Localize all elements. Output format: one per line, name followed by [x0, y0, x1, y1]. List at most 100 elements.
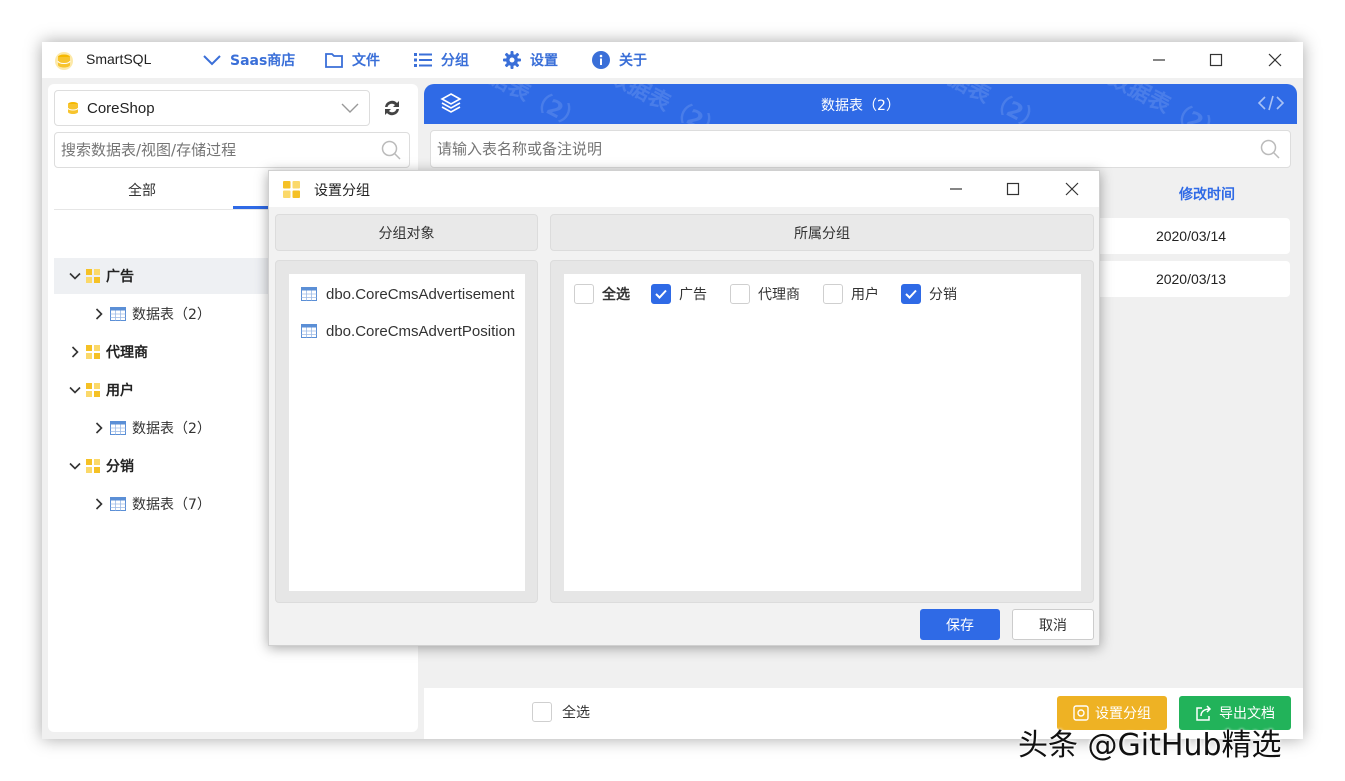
- dialog-title-bar: 设置分组: [269, 171, 1099, 207]
- menu-settings[interactable]: 设置: [502, 49, 558, 71]
- group-option-ad[interactable]: 广告: [651, 284, 707, 304]
- group-icon: [86, 345, 100, 359]
- menu-saas-store[interactable]: Saas商店: [202, 49, 295, 71]
- search-icon: [1260, 139, 1280, 159]
- group-option-select-all[interactable]: 全选: [574, 284, 630, 304]
- save-button[interactable]: 保存: [920, 609, 1000, 640]
- tree-tables-label: 数据表（2）: [132, 307, 211, 323]
- tree-group-label: 分销: [106, 459, 134, 475]
- refresh-button[interactable]: [378, 94, 406, 122]
- tree-tables-distribution[interactable]: 数据表（7）: [54, 486, 284, 522]
- tree-tables-label: 数据表（7）: [132, 497, 211, 513]
- maximize-icon: [1006, 182, 1020, 196]
- checkbox[interactable]: [651, 284, 671, 304]
- checkbox[interactable]: [823, 284, 843, 304]
- tab-all[interactable]: 全部: [128, 180, 156, 206]
- group-option-label: 广告: [679, 287, 707, 303]
- select-all-checkbox[interactable]: [532, 702, 552, 722]
- chevron-right-icon[interactable]: [92, 421, 106, 435]
- checkbox[interactable]: [730, 284, 750, 304]
- chevron-down-icon: [341, 103, 359, 113]
- refresh-icon: [385, 100, 399, 116]
- table-icon: [110, 307, 126, 321]
- tree-group-agent[interactable]: 代理商: [54, 334, 284, 370]
- minimize-button[interactable]: [1145, 48, 1173, 72]
- table-row-modified[interactable]: 2020/03/14: [1092, 218, 1290, 254]
- database-select[interactable]: CoreShop: [54, 90, 370, 126]
- checkbox[interactable]: [901, 284, 921, 304]
- chevron-down-icon[interactable]: [68, 459, 82, 473]
- object-name: dbo.CoreCmsAdvertPosition: [326, 322, 516, 340]
- table-list-header: 数据表（2） 数据表（2） 数据表（2） 数据表（2） 数据表（2）: [424, 84, 1297, 124]
- menu-group-label: 分组: [441, 53, 469, 69]
- group-icon: [86, 459, 100, 473]
- group-icon: [283, 181, 300, 198]
- chevron-down-icon: [203, 55, 221, 66]
- menu-settings-label: 设置: [530, 53, 558, 69]
- chevron-right-icon[interactable]: [92, 497, 106, 511]
- group-icon: [86, 383, 100, 397]
- group-option-label: 代理商: [758, 287, 800, 303]
- export-icon: [1196, 705, 1212, 721]
- dialog-close-button[interactable]: [1058, 177, 1086, 201]
- app-name: SmartSQL: [86, 51, 152, 67]
- tree-group-distribution[interactable]: 分销: [54, 448, 284, 484]
- group-option-user[interactable]: 用户: [823, 284, 879, 304]
- chevron-down-icon[interactable]: [68, 269, 82, 283]
- tree-group-user[interactable]: 用户: [54, 372, 284, 408]
- table-row-modified[interactable]: 2020/03/13: [1092, 261, 1290, 297]
- column-modified-time[interactable]: 修改时间: [1102, 184, 1303, 208]
- list-item[interactable]: dbo.CoreCmsAdvertPosition: [301, 319, 523, 343]
- group-option-distribution[interactable]: 分销: [901, 284, 957, 304]
- tree-tables-user[interactable]: 数据表（2）: [54, 410, 284, 446]
- chevron-down-icon[interactable]: [68, 383, 82, 397]
- database-logo-icon: [55, 52, 73, 70]
- menu-file-label: 文件: [352, 53, 380, 69]
- select-all-tables[interactable]: 全选: [532, 702, 590, 722]
- object-search-input[interactable]: [55, 133, 355, 167]
- table-icon: [110, 497, 126, 511]
- table-search-input[interactable]: [431, 131, 1231, 167]
- chevron-right-icon[interactable]: [68, 345, 82, 359]
- title-bar: SmartSQL Saas商店 文件 分组 设置 关于: [42, 42, 1303, 78]
- close-icon: [1065, 182, 1079, 196]
- menu-group[interactable]: 分组: [413, 49, 469, 71]
- menu-file[interactable]: 文件: [324, 49, 380, 71]
- maximize-button[interactable]: [1202, 48, 1230, 72]
- tree-group-label: 用户: [106, 383, 134, 399]
- code-icon[interactable]: [1257, 94, 1285, 112]
- objects-header: 分组对象: [275, 214, 538, 251]
- dialog-minimize-button[interactable]: [942, 177, 970, 201]
- table-icon: [301, 324, 317, 338]
- chevron-right-icon[interactable]: [92, 307, 106, 321]
- tree-group-label: 广告: [106, 269, 134, 285]
- close-button[interactable]: [1261, 48, 1289, 72]
- dialog-maximize-button[interactable]: [999, 177, 1027, 201]
- search-icon: [381, 140, 401, 160]
- folder-icon: [325, 53, 343, 68]
- menu-about[interactable]: 关于: [591, 49, 647, 71]
- table-search[interactable]: [430, 130, 1291, 168]
- checkbox[interactable]: [574, 284, 594, 304]
- list-item[interactable]: dbo.CoreCmsAdvertisement: [301, 282, 523, 306]
- groups-header: 所属分组: [550, 214, 1094, 251]
- table-icon: [301, 287, 317, 301]
- group-icon: [86, 269, 100, 283]
- group-option-label: 用户: [851, 287, 879, 303]
- cancel-button[interactable]: 取消: [1012, 609, 1094, 640]
- database-name: CoreShop: [87, 99, 155, 117]
- minimize-icon: [950, 188, 962, 190]
- checkmark-icon: [655, 289, 667, 299]
- source-watermark: 头条 @GitHub精选: [1018, 728, 1282, 763]
- objects-panel: dbo.CoreCmsAdvertisement dbo.CoreCmsAdve…: [275, 260, 538, 603]
- tree-tables-ad[interactable]: 数据表（2）: [54, 296, 284, 332]
- object-name: dbo.CoreCmsAdvertisement: [326, 285, 515, 303]
- group-option-agent[interactable]: 代理商: [730, 284, 800, 304]
- dialog-title: 设置分组: [314, 183, 370, 199]
- tab-divider: [54, 209, 274, 210]
- table-list-title: 数据表（2）: [821, 98, 900, 114]
- tree-group-ad[interactable]: 广告: [54, 258, 284, 294]
- close-icon: [1268, 53, 1282, 67]
- info-icon: [592, 51, 610, 69]
- object-search[interactable]: [54, 132, 410, 168]
